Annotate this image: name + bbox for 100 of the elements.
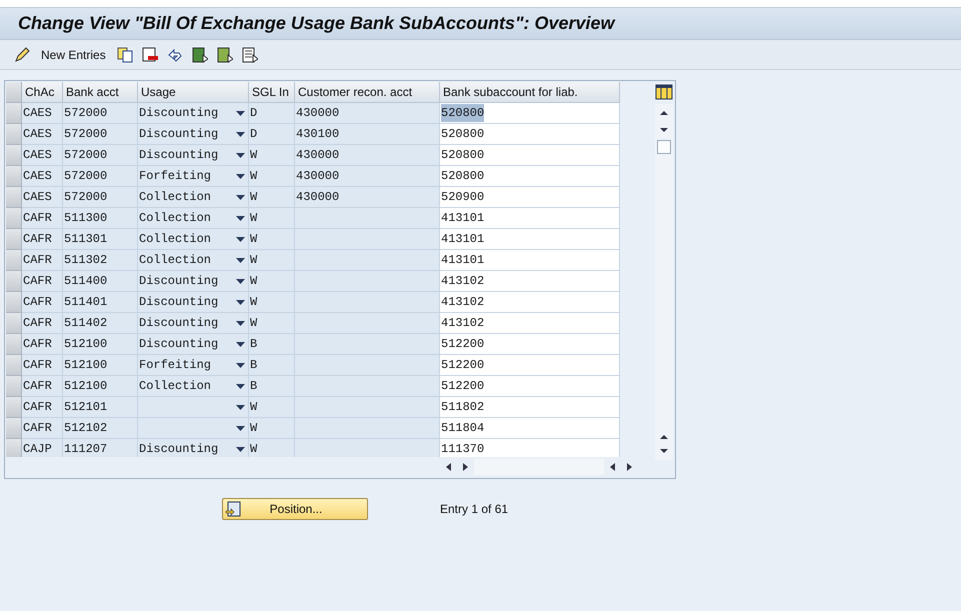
- subaccount-field[interactable]: 413102: [440, 271, 620, 292]
- subaccount-field[interactable]: 512200: [440, 334, 620, 355]
- text-selection: 520800: [441, 104, 484, 122]
- subaccount-field[interactable]: 511802: [440, 397, 620, 418]
- position-button[interactable]: Position...: [222, 498, 368, 520]
- table-cell: 512102: [63, 418, 138, 439]
- table-cell: 512101: [63, 397, 138, 418]
- caret-icon[interactable]: [236, 362, 245, 368]
- table-cell: 511401: [63, 292, 138, 313]
- scroll-thumb[interactable]: [657, 140, 671, 154]
- caret-icon[interactable]: [236, 258, 245, 262]
- usage-dropdown[interactable]: Forfeiting: [138, 166, 249, 187]
- copy-icon[interactable]: [116, 46, 133, 62]
- table-cell: CAFR: [22, 250, 63, 271]
- subaccount-field[interactable]: 413101: [440, 208, 620, 229]
- subaccount-field[interactable]: 520800: [440, 145, 620, 166]
- table-cell: 512100: [63, 334, 138, 355]
- caret-icon[interactable]: [236, 110, 245, 116]
- subaccount-field[interactable]: 520900: [440, 187, 620, 208]
- subaccount-field[interactable]: 512200: [440, 355, 620, 376]
- position-icon: [225, 501, 241, 517]
- table-cell: W: [249, 271, 295, 292]
- table-cell: CAFR: [22, 208, 63, 229]
- select-all-icon[interactable]: [192, 46, 208, 62]
- subaccount-field[interactable]: 413101: [440, 250, 620, 271]
- usage-dropdown[interactable]: Discounting: [138, 124, 249, 145]
- table-cell: 430100: [295, 124, 440, 145]
- deselect-all-icon[interactable]: [242, 46, 258, 62]
- subaccount-field[interactable]: 520800: [440, 103, 620, 124]
- table-cell: W: [249, 229, 295, 250]
- table-cell: CAFR: [22, 229, 63, 250]
- caret-icon[interactable]: [236, 300, 245, 304]
- usage-dropdown[interactable]: Collection: [138, 376, 249, 397]
- table-cell: CAES: [22, 166, 63, 187]
- caret-icon[interactable]: [236, 426, 245, 430]
- table-cell: CAFR: [22, 376, 63, 397]
- table-cell: 572000: [63, 187, 138, 208]
- column-header[interactable]: SGL In: [249, 82, 295, 103]
- usage-dropdown[interactable]: Discounting: [138, 145, 249, 166]
- usage-dropdown[interactable]: Forfeiting: [138, 355, 249, 376]
- table-cell: CAES: [22, 103, 63, 124]
- column-header[interactable]: Bank acct: [63, 82, 138, 103]
- subaccount-field[interactable]: 413101: [440, 229, 620, 250]
- column-header[interactable]: Usage: [138, 82, 249, 103]
- column-settings-icon[interactable]: [655, 83, 673, 101]
- table-cell: 511400: [63, 271, 138, 292]
- caret-icon[interactable]: [236, 132, 245, 136]
- usage-dropdown[interactable]: Discounting: [138, 271, 249, 292]
- subaccount-field[interactable]: 413102: [440, 292, 620, 313]
- table-cell: W: [249, 397, 295, 418]
- caret-icon[interactable]: [236, 278, 245, 284]
- caret-icon[interactable]: [236, 404, 245, 410]
- table-cell: 512100: [63, 355, 138, 376]
- caret-icon[interactable]: [236, 174, 245, 178]
- caret-icon[interactable]: [236, 194, 245, 200]
- table-cell: W: [249, 208, 295, 229]
- subaccount-field[interactable]: 512200: [440, 376, 620, 397]
- column-header[interactable]: ChAc: [22, 82, 63, 103]
- undo-icon[interactable]: [166, 46, 183, 62]
- caret-icon[interactable]: [236, 236, 245, 242]
- subaccount-field[interactable]: 520800: [440, 166, 620, 187]
- table-cell: B: [249, 355, 295, 376]
- table-cell: 430000: [295, 187, 440, 208]
- caret-icon[interactable]: [236, 216, 245, 220]
- entry-info: Entry 1 of 61: [440, 501, 508, 518]
- subaccount-field[interactable]: 511804: [440, 418, 620, 439]
- table-cell: 511302: [63, 250, 138, 271]
- table-cell: 572000: [63, 166, 138, 187]
- table-cell: W: [249, 145, 295, 166]
- usage-dropdown[interactable]: Collection: [138, 250, 249, 271]
- table-cell: 511301: [63, 229, 138, 250]
- usage-dropdown[interactable]: Discounting: [138, 103, 249, 124]
- delete-icon[interactable]: [142, 46, 158, 62]
- usage-dropdown[interactable]: Collection: [138, 229, 249, 250]
- caret-icon[interactable]: [236, 446, 245, 452]
- column-header[interactable]: Customer recon. acct: [295, 82, 440, 103]
- usage-dropdown[interactable]: Discounting: [138, 439, 249, 457]
- table-cell: W: [249, 292, 295, 313]
- usage-dropdown[interactable]: Discounting: [138, 334, 249, 355]
- table-cell: 511300: [63, 208, 138, 229]
- select-block-icon[interactable]: [216, 46, 233, 62]
- usage-dropdown[interactable]: Discounting: [138, 313, 249, 334]
- subaccount-field[interactable]: 111370: [440, 439, 620, 457]
- usage-dropdown[interactable]: Collection: [138, 208, 249, 229]
- usage-dropdown[interactable]: Collection: [138, 187, 249, 208]
- table-cell: D: [249, 124, 295, 145]
- subaccount-field[interactable]: 413102: [440, 313, 620, 334]
- caret-icon[interactable]: [236, 342, 245, 346]
- subaccount-field[interactable]: 520800: [440, 124, 620, 145]
- table-cell: CAFR: [22, 271, 63, 292]
- new-entries-button[interactable]: New Entries: [39, 46, 108, 64]
- table-cell: 511402: [63, 313, 138, 334]
- caret-icon[interactable]: [236, 384, 245, 388]
- usage-dropdown[interactable]: Discounting: [138, 292, 249, 313]
- pencil-icon[interactable]: [14, 46, 30, 62]
- caret-icon[interactable]: [236, 320, 245, 326]
- table-cell: W: [249, 418, 295, 439]
- table-cell: W: [249, 166, 295, 187]
- column-header[interactable]: Bank subaccount for liab.: [440, 82, 620, 103]
- caret-icon[interactable]: [236, 152, 245, 158]
